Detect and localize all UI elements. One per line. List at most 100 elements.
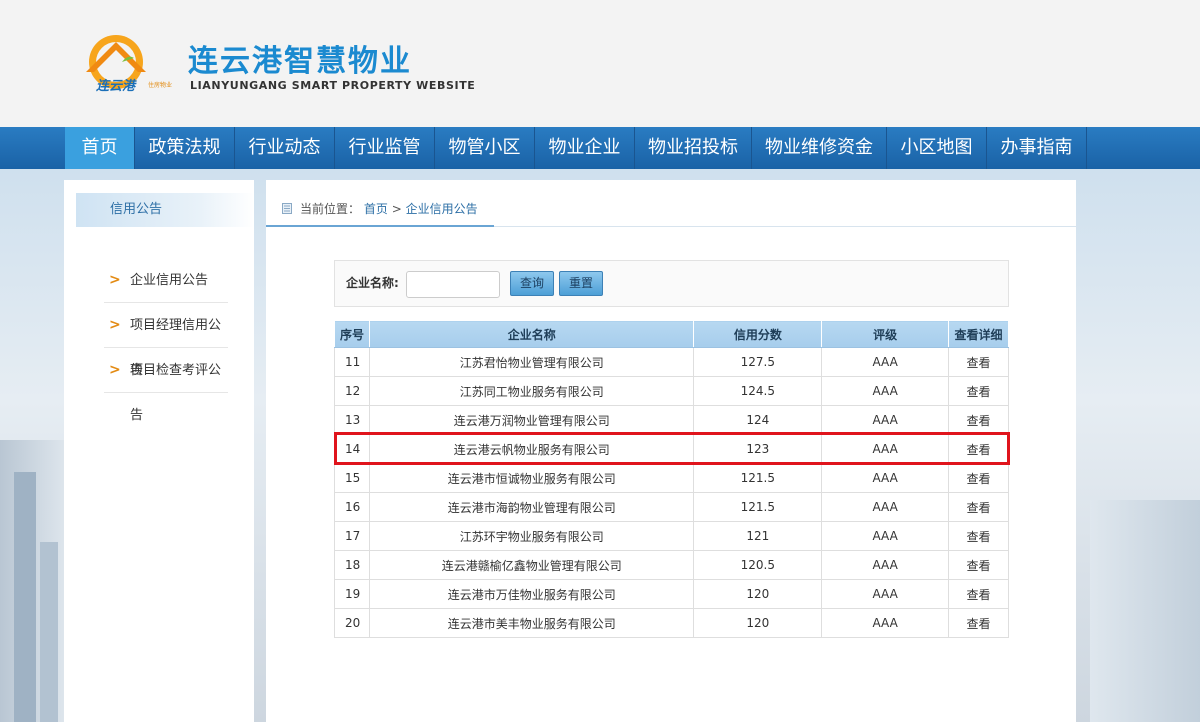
table-row: 16 连云港市海韵物业管理有限公司 121.5 AAA 查看 <box>334 492 1009 522</box>
column-header-score: 信用分数 <box>693 320 823 348</box>
sidebar-item-label: 项目检查考评公告 <box>130 363 222 423</box>
row-number: 15 <box>334 463 370 493</box>
grade-cell: AAA <box>821 405 950 435</box>
table-row: 12 江苏同工物业服务有限公司 124.5 AAA 查看 <box>334 376 1009 406</box>
table-row: 14 连云港云帆物业服务有限公司 123 AAA 查看 <box>334 434 1009 464</box>
search-form: 企业名称: 查询 重置 <box>334 260 1009 307</box>
row-number: 12 <box>334 376 370 406</box>
grade-cell: AAA <box>821 376 950 406</box>
table-row: 20 连云港市美丰物业服务有限公司 120 AAA 查看 <box>334 608 1009 638</box>
table-row: 15 连云港市恒诚物业服务有限公司 121.5 AAA 查看 <box>334 463 1009 493</box>
detail-cell: 查看 <box>948 608 1009 638</box>
breadcrumb-current-link[interactable]: 企业信用公告 <box>406 202 478 216</box>
table-row: 13 连云港万润物业管理有限公司 124 AAA 查看 <box>334 405 1009 435</box>
table-row: 18 连云港赣榆亿鑫物业管理有限公司 120.5 AAA 查看 <box>334 550 1009 580</box>
view-detail-link[interactable]: 查看 <box>967 443 991 457</box>
grade-cell: AAA <box>821 521 950 551</box>
table-row: 19 连云港市万佳物业服务有限公司 120 AAA 查看 <box>334 579 1009 609</box>
company-name-cell: 连云港市恒诚物业服务有限公司 <box>368 463 695 493</box>
view-detail-link[interactable]: 查看 <box>967 385 991 399</box>
sidebar-item-inspection[interactable]: > 项目检查考评公告 <box>104 348 228 423</box>
nav-item-home[interactable]: 首页 <box>65 127 135 169</box>
logo-icon[interactable]: 连云港 住房物业 <box>78 32 178 94</box>
nav-item-industry-news[interactable]: 行业动态 <box>235 127 335 169</box>
company-name-label: 企业名称: <box>346 276 399 290</box>
row-number: 13 <box>334 405 370 435</box>
breadcrumb-home-link[interactable]: 首页 <box>364 202 388 216</box>
nav-item-tendering[interactable]: 物业招投标 <box>635 127 752 169</box>
column-header-name: 企业名称 <box>368 320 695 348</box>
main-nav: 首页 政策法规 行业动态 行业监管 物管小区 物业企业 物业招投标 物业维修资金… <box>0 127 1200 169</box>
detail-cell: 查看 <box>948 579 1009 609</box>
credit-score-cell: 121.5 <box>693 492 823 522</box>
nav-list: 首页 政策法规 行业动态 行业监管 物管小区 物业企业 物业招投标 物业维修资金… <box>65 127 1087 169</box>
grade-cell: AAA <box>821 347 950 377</box>
reset-button[interactable]: 重置 <box>559 271 604 296</box>
nav-item-supervision[interactable]: 行业监管 <box>335 127 435 169</box>
site-title[interactable]: 连云港智慧物业 <box>188 36 412 80</box>
credit-score-cell: 121.5 <box>693 463 823 493</box>
sidebar-list: > 企业信用公告 > 项目经理信用公告 > 项目检查考评公告 <box>104 258 228 423</box>
view-detail-link[interactable]: 查看 <box>967 414 991 428</box>
company-name-input[interactable] <box>406 271 500 298</box>
nav-item-companies[interactable]: 物业企业 <box>535 127 635 169</box>
credit-score-cell: 120 <box>693 608 823 638</box>
company-name-cell: 江苏君怡物业管理有限公司 <box>368 347 695 377</box>
view-detail-link[interactable]: 查看 <box>967 356 991 370</box>
nav-item-communities[interactable]: 物管小区 <box>435 127 535 169</box>
credit-score-cell: 123 <box>693 434 823 464</box>
breadcrumb-inner: 当前位置： 首页 > 企业信用公告 <box>266 192 494 227</box>
view-detail-link[interactable]: 查看 <box>967 530 991 544</box>
sidebar-item-company-credit[interactable]: > 企业信用公告 <box>104 258 228 303</box>
grade-cell: AAA <box>821 492 950 522</box>
nav-item-guide[interactable]: 办事指南 <box>987 127 1087 169</box>
company-name-cell: 连云港市海韵物业管理有限公司 <box>368 492 695 522</box>
background-buildings-left <box>0 440 64 722</box>
row-number: 18 <box>334 550 370 580</box>
detail-cell: 查看 <box>948 347 1009 377</box>
company-name-cell: 连云港市万佳物业服务有限公司 <box>368 579 695 609</box>
credit-score-cell: 121 <box>693 521 823 551</box>
chevron-right-icon: > <box>109 272 121 288</box>
column-header-no: 序号 <box>334 320 370 348</box>
background-buildings-right <box>1090 500 1200 722</box>
row-number: 14 <box>334 434 370 464</box>
detail-cell: 查看 <box>948 492 1009 522</box>
site-header: 连云港 住房物业 连云港智慧物业 LIANYUNGANG SMART PROPE… <box>0 0 1200 127</box>
detail-cell: 查看 <box>948 376 1009 406</box>
view-detail-link[interactable]: 查看 <box>967 559 991 573</box>
column-header-detail: 查看详细 <box>948 320 1009 348</box>
company-name-cell: 连云港市美丰物业服务有限公司 <box>368 608 695 638</box>
credit-score-cell: 124.5 <box>693 376 823 406</box>
view-detail-link[interactable]: 查看 <box>967 617 991 631</box>
company-name-cell: 江苏环宇物业服务有限公司 <box>368 521 695 551</box>
site-subtitle: LIANYUNGANG SMART PROPERTY WEBSITE <box>190 79 476 92</box>
detail-cell: 查看 <box>948 550 1009 580</box>
document-icon <box>282 203 292 214</box>
sidebar-item-manager-credit[interactable]: > 项目经理信用公告 <box>104 303 228 378</box>
grade-cell: AAA <box>821 434 950 464</box>
nav-item-map[interactable]: 小区地图 <box>887 127 987 169</box>
credit-score-cell: 127.5 <box>693 347 823 377</box>
breadcrumb-prefix: 当前位置： <box>300 202 361 216</box>
view-detail-link[interactable]: 查看 <box>967 588 991 602</box>
company-name-cell: 连云港万润物业管理有限公司 <box>368 405 695 435</box>
detail-cell: 查看 <box>948 463 1009 493</box>
breadcrumb: 当前位置： 首页 > 企业信用公告 <box>266 192 1076 227</box>
detail-cell: 查看 <box>948 521 1009 551</box>
credit-table: 序号 企业名称 信用分数 评级 查看详细 11 江苏君怡物业管理有限公司 127.5… <box>334 320 1009 638</box>
nav-item-maintenance-fund[interactable]: 物业维修资金 <box>752 127 887 169</box>
view-detail-link[interactable]: 查看 <box>967 472 991 486</box>
sidebar-item-label: 企业信用公告 <box>130 273 209 288</box>
view-detail-link[interactable]: 查看 <box>967 501 991 515</box>
detail-cell: 查看 <box>948 405 1009 435</box>
grade-cell: AAA <box>821 463 950 493</box>
company-name-cell: 江苏同工物业服务有限公司 <box>368 376 695 406</box>
table-header-row: 序号 企业名称 信用分数 评级 查看详细 <box>334 320 1009 348</box>
table-row: 17 江苏环宇物业服务有限公司 121 AAA 查看 <box>334 521 1009 551</box>
query-button[interactable]: 查询 <box>510 271 555 296</box>
nav-item-policy[interactable]: 政策法规 <box>135 127 235 169</box>
chevron-right-icon: > <box>109 317 121 333</box>
row-number: 16 <box>334 492 370 522</box>
row-number: 17 <box>334 521 370 551</box>
